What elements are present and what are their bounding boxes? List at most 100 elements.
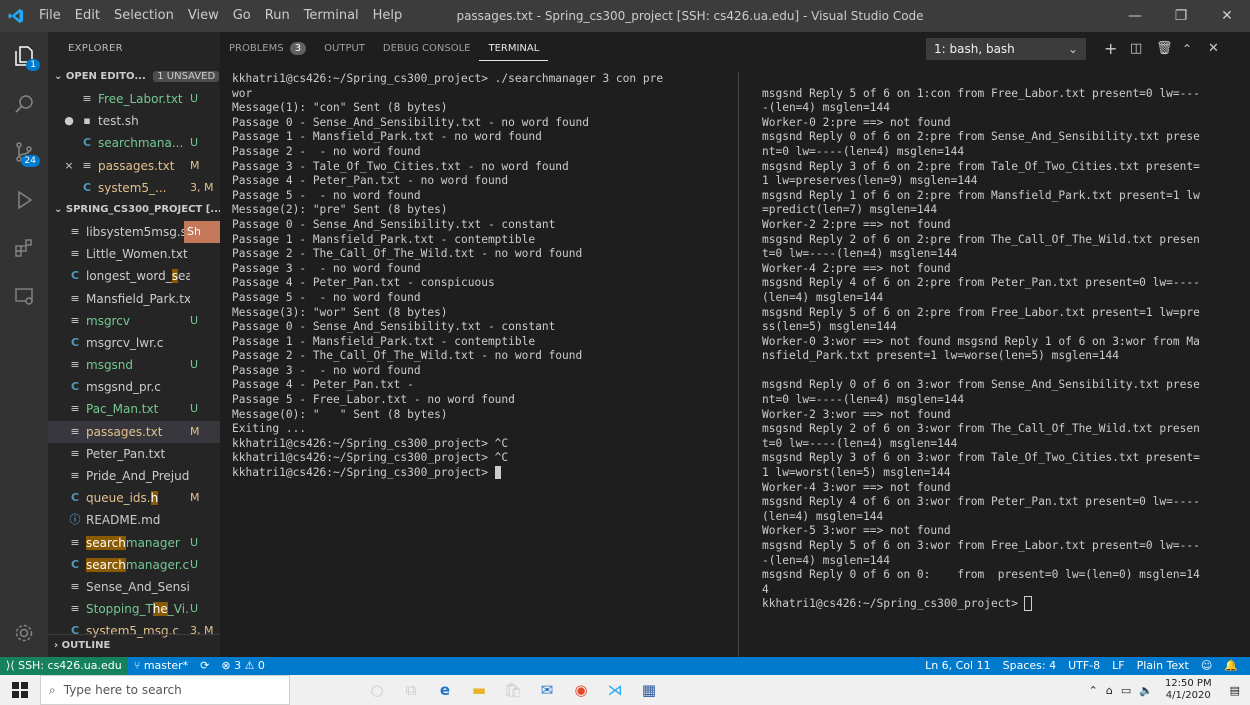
cursor-position[interactable]: Ln 6, Col 11	[919, 657, 997, 675]
minimize-button[interactable]: —	[1112, 0, 1158, 32]
unsaved-dot-icon[interactable]: ●	[62, 110, 76, 132]
menu-bar: File Edit Selection View Go Run Terminal Help	[32, 0, 409, 32]
split-terminal-icon[interactable]: ◫	[1130, 38, 1142, 60]
file-item[interactable]: ≡ Pride_And_Prejudice.txt	[48, 465, 220, 487]
project-label: SPRING_CS300_PROJECT [...	[65, 203, 220, 215]
indentation[interactable]: Spaces: 4	[997, 657, 1062, 675]
restore-button[interactable]: ❐	[1158, 0, 1204, 32]
file-item[interactable]: ≡ Mansfield_Park.txt	[48, 288, 220, 310]
project-section[interactable]: ⌄ SPRING_CS300_PROJECT [...	[48, 199, 220, 221]
menu-item-go[interactable]: Go	[226, 0, 258, 32]
terminal-line: msgsnd Reply 2 of 6 on 2:pre from The_Ca…	[762, 232, 1200, 246]
store-icon[interactable]: 🛍	[496, 675, 530, 705]
terminal-line: msgsnd Reply 0 of 6 on 0: from present=0…	[762, 568, 1200, 582]
end-of-line[interactable]: LF	[1106, 657, 1130, 675]
terminal-line: Message(3): "wor" Sent (8 bytes)	[232, 305, 448, 319]
file-name-part: manager	[125, 535, 180, 550]
settings-gear-icon[interactable]	[0, 609, 48, 657]
menu-item-run[interactable]: Run	[258, 0, 297, 32]
chrome-icon[interactable]: ◉	[564, 675, 598, 705]
menu-item-edit[interactable]: Edit	[68, 0, 107, 32]
file-item[interactable]: Cmsgsnd_pr.c	[48, 376, 220, 398]
explorer-sidebar: EXPLORER ⌄ OPEN EDITO... 1 UNSAVED ≡ Free…	[48, 32, 220, 657]
file-name-part: msgrcv_lwr.c	[86, 335, 164, 350]
file-item[interactable]: ⓘ README.md	[48, 509, 220, 531]
file-item[interactable]: Cmsgrcv_lwr.c	[48, 332, 220, 354]
close-icon[interactable]: ×	[62, 155, 76, 177]
terminal-left-pane[interactable]: kkhatri1@cs426:~/Spring_cs300_project> .…	[232, 72, 663, 481]
extensions-icon[interactable]	[0, 224, 48, 272]
notifications-icon[interactable]: ▤	[1220, 684, 1250, 697]
open-editors-section[interactable]: ⌄ OPEN EDITO... 1 UNSAVED	[48, 66, 220, 88]
file-explorer-icon[interactable]: ▬	[462, 675, 496, 705]
menu-item-view[interactable]: View	[181, 0, 226, 32]
vscode-taskbar-icon[interactable]: ⋊	[598, 675, 632, 705]
chevron-up-icon[interactable]: ⌃	[1182, 38, 1192, 60]
file-item[interactable]: ≡ Pac_Man.txt U	[48, 398, 220, 420]
text-file-icon: ▪	[83, 114, 91, 128]
open-editor-item[interactable]: × ≡ passages.txt M	[48, 155, 220, 177]
network-icon[interactable]: ⌂	[1102, 684, 1117, 697]
file-item[interactable]: ≡ Stopping_The_Vi...U	[48, 598, 220, 620]
file-name: msgsnd_pr.c	[86, 376, 190, 398]
branch-indicator[interactable]: ⑂ master*	[128, 657, 194, 675]
file-item[interactable]: Csearchmanager.c U	[48, 554, 220, 576]
tab-debug-console[interactable]: DEBUG CONSOLE	[374, 32, 480, 66]
volume-icon[interactable]: 🔈	[1135, 684, 1157, 697]
sync-icon[interactable]: ⟳	[194, 657, 215, 675]
open-editor-item[interactable]: Csearchmana... U	[48, 132, 220, 154]
mail-icon[interactable]: ✉	[530, 675, 564, 705]
file-item[interactable]: ≡ Little_Women.txt	[48, 243, 220, 265]
remote-explorer-icon[interactable]	[0, 272, 48, 320]
file-item[interactable]: Cqueue_ids.h M	[48, 487, 220, 509]
battery-icon[interactable]: ▭	[1117, 684, 1135, 697]
file-item[interactable]: ≡ msgsnd U	[48, 354, 220, 376]
file-item[interactable]: ≡ Peter_Pan.txt	[48, 443, 220, 465]
open-editor-item[interactable]: ● ▪ test.sh	[48, 110, 220, 132]
file-item[interactable]: ≡ passages.txt M	[48, 420, 220, 443]
menu-item-help[interactable]: Help	[366, 0, 410, 32]
terminal-split-divider[interactable]	[738, 72, 739, 657]
menu-item-file[interactable]: File	[32, 0, 68, 32]
terminal-line: t=0 lw=----(len=4) msglen=144	[762, 247, 958, 261]
trash-icon[interactable]: 🗑	[1156, 38, 1173, 60]
menu-item-terminal[interactable]: Terminal	[297, 0, 366, 32]
terminal-select[interactable]: 1: bash, bash ⌄	[926, 38, 1086, 60]
tab-problems[interactable]: PROBLEMS 3	[220, 32, 315, 66]
edge-browser-icon[interactable]: e	[428, 675, 462, 705]
terminal-right-pane[interactable]: msgsnd Reply 5 of 6 on 1:con from Free_L…	[762, 72, 1200, 612]
open-editor-item[interactable]: ≡ Free_Labor.txt U	[48, 88, 220, 110]
windows-start-icon[interactable]	[0, 675, 40, 705]
word-icon[interactable]: ▦	[632, 675, 666, 705]
close-button[interactable]: ✕	[1204, 0, 1250, 32]
language-mode[interactable]: Plain Text	[1131, 657, 1195, 675]
c-file-icon: C	[70, 557, 80, 571]
explorer-icon[interactable]: 1	[0, 32, 48, 80]
notifications-bell-icon[interactable]: 🔔	[1218, 657, 1244, 675]
source-control-icon[interactable]: 24	[0, 128, 48, 176]
open-editor-item[interactable]: Csystem5_... 3, M	[48, 177, 220, 199]
cortana-icon[interactable]: ○	[360, 675, 394, 705]
tab-output[interactable]: OUTPUT	[315, 32, 374, 66]
close-panel-icon[interactable]: ✕	[1208, 38, 1219, 60]
tray-chevron-icon[interactable]: ⌃	[1085, 684, 1102, 697]
menu-item-selection[interactable]: Selection	[107, 0, 181, 32]
file-item[interactable]: Clongest_word_search.h	[48, 265, 220, 287]
clock[interactable]: 12:50 PM 4/1/2020	[1157, 678, 1220, 702]
file-item[interactable]: ≡ searchmanager U	[48, 532, 220, 554]
file-item[interactable]: ≡ Sense_And_Sensibility...	[48, 576, 220, 598]
file-item[interactable]: ≡ msgrcv U	[48, 310, 220, 332]
search-icon: ⌕	[49, 682, 56, 697]
new-terminal-icon[interactable]: +	[1104, 38, 1117, 60]
tab-terminal[interactable]: TERMINAL	[479, 38, 549, 61]
outline-section[interactable]: › OUTLINE	[48, 634, 220, 657]
taskbar-search-input[interactable]: ⌕ Type here to search	[40, 675, 290, 705]
search-icon[interactable]	[0, 80, 48, 128]
task-view-icon[interactable]: ⧉	[394, 675, 428, 705]
problems-indicator[interactable]: ⊗ 3 ⚠ 0	[215, 657, 271, 675]
file-item[interactable]: ≡ libsystem5msg.so Sh	[48, 220, 220, 244]
encoding[interactable]: UTF-8	[1062, 657, 1106, 675]
run-debug-icon[interactable]	[0, 176, 48, 224]
feedback-icon[interactable]: ☺	[1195, 657, 1218, 675]
remote-indicator[interactable]: ⟩⟨ SSH: cs426.ua.edu	[0, 657, 128, 675]
